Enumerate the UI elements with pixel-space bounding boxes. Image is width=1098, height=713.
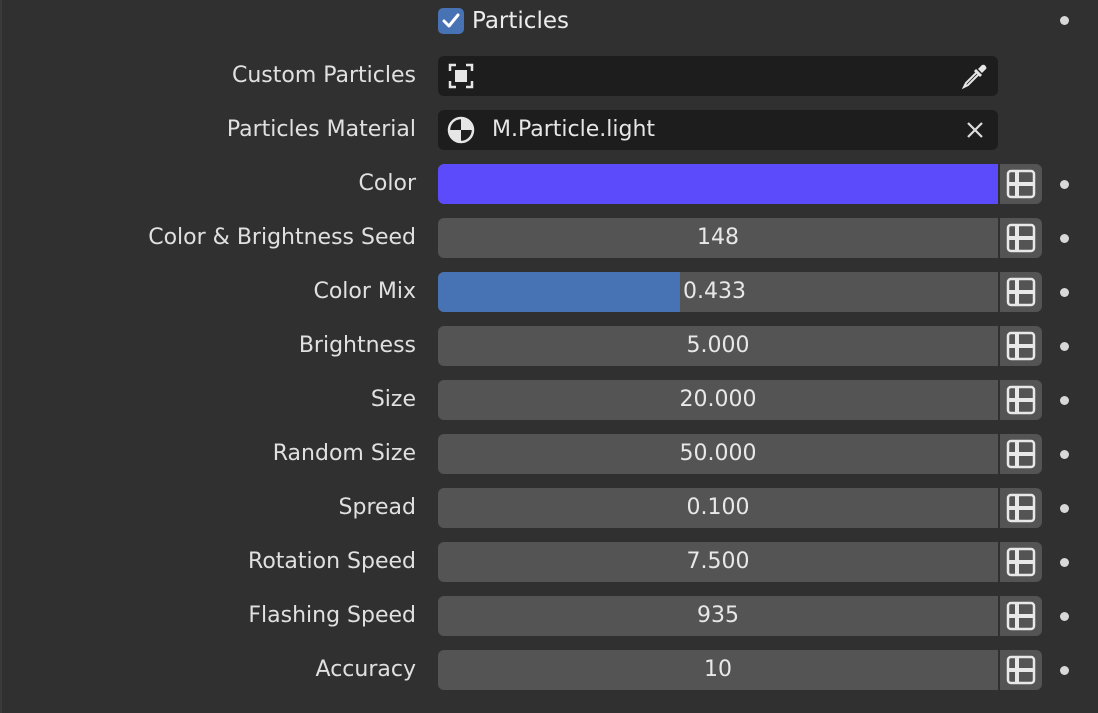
keyframe-button[interactable] (1000, 488, 1042, 528)
keyframe-button[interactable] (1000, 164, 1042, 204)
particles-material-row: Particles Material M.Particle.light (2, 110, 1098, 150)
checkmark-icon (442, 13, 460, 28)
brightness-value: 5.000 (686, 333, 750, 358)
custom-particles-field[interactable] (438, 56, 998, 96)
accuracy-field[interactable]: 10 (438, 650, 998, 690)
decorate-dot[interactable] (1060, 450, 1069, 459)
particles-label: Particles (472, 8, 569, 34)
size-value: 20.000 (679, 387, 757, 412)
random-size-field[interactable]: 50.000 (438, 434, 998, 474)
rotation-speed-label: Rotation Speed (248, 549, 416, 574)
keyframe-icon (1006, 331, 1036, 361)
particles-material-value: M.Particle.light (492, 117, 656, 142)
keyframe-icon (1006, 601, 1036, 631)
keyframe-button[interactable] (1000, 542, 1042, 582)
object-icon (446, 61, 476, 95)
keyframe-button[interactable] (1000, 218, 1042, 258)
particles-panel: Particles Custom Particles Particles Mat… (0, 0, 1098, 713)
custom-particles-label: Custom Particles (231, 63, 416, 88)
keyframe-button[interactable] (1000, 380, 1042, 420)
spread-label: Spread (338, 495, 416, 520)
decorate-dot[interactable] (1060, 288, 1069, 297)
rotation-speed-row: Rotation Speed 7.500 (2, 542, 1098, 582)
color-mix-value: 0.433 (683, 279, 746, 304)
accuracy-label: Accuracy (315, 657, 416, 682)
color-mix-fill (438, 272, 681, 312)
flashing-speed-label: Flashing Speed (248, 603, 416, 628)
particles-material-field[interactable]: M.Particle.light (438, 110, 998, 150)
spread-value: 0.100 (686, 495, 750, 520)
random-size-value: 50.000 (679, 441, 757, 466)
brightness-field[interactable]: 5.000 (438, 326, 998, 366)
rotation-speed-field[interactable]: 7.500 (438, 542, 998, 582)
particles-row: Particles (2, 0, 1098, 40)
keyframe-icon (1006, 439, 1036, 469)
flashing-speed-row: Flashing Speed 935 (2, 596, 1098, 636)
random-size-label: Random Size (272, 441, 416, 466)
flashing-speed-value: 935 (697, 603, 739, 628)
keyframe-icon (1006, 385, 1036, 415)
eyedropper-icon[interactable] (960, 61, 990, 95)
seed-label: Color & Brightness Seed (148, 225, 416, 250)
custom-particles-row: Custom Particles (2, 56, 1098, 96)
color-swatch[interactable] (438, 164, 998, 204)
close-icon[interactable] (960, 115, 990, 149)
decorate-dot[interactable] (1060, 612, 1069, 621)
color-mix-row: Color Mix 0.433 (2, 272, 1098, 312)
decorate-dot[interactable] (1060, 234, 1069, 243)
brightness-label: Brightness (298, 333, 416, 358)
particles-material-label: Particles Material (226, 117, 416, 142)
keyframe-button[interactable] (1000, 326, 1042, 366)
decorate-dot[interactable] (1060, 504, 1069, 513)
particles-checkbox[interactable] (438, 8, 464, 34)
color-mix-label: Color Mix (313, 279, 416, 304)
brightness-row: Brightness 5.000 (2, 326, 1098, 366)
keyframe-icon (1006, 277, 1036, 307)
decorate-dot[interactable] (1060, 396, 1069, 405)
material-icon (446, 115, 476, 149)
keyframe-icon (1006, 169, 1036, 199)
decorate-dot[interactable] (1060, 16, 1069, 25)
spread-field[interactable]: 0.100 (438, 488, 998, 528)
keyframe-button[interactable] (1000, 272, 1042, 312)
keyframe-button[interactable] (1000, 596, 1042, 636)
keyframe-icon (1006, 493, 1036, 523)
keyframe-button[interactable] (1000, 650, 1042, 690)
color-label: Color (358, 171, 416, 196)
keyframe-icon (1006, 547, 1036, 577)
flashing-speed-field[interactable]: 935 (438, 596, 998, 636)
rotation-speed-value: 7.500 (686, 549, 750, 574)
decorate-dot[interactable] (1060, 666, 1069, 675)
seed-row: Color & Brightness Seed 148 (2, 218, 1098, 258)
random-size-row: Random Size 50.000 (2, 434, 1098, 474)
keyframe-button[interactable] (1000, 434, 1042, 474)
size-label: Size (370, 387, 416, 412)
accuracy-value: 10 (704, 657, 732, 682)
keyframe-icon (1006, 655, 1036, 685)
keyframe-icon (1006, 223, 1036, 253)
size-row: Size 20.000 (2, 380, 1098, 420)
decorate-dot[interactable] (1060, 180, 1069, 189)
spread-row: Spread 0.100 (2, 488, 1098, 528)
color-row: Color (2, 164, 1098, 204)
decorate-dot[interactable] (1060, 342, 1069, 351)
decorate-dot[interactable] (1060, 558, 1069, 567)
size-field[interactable]: 20.000 (438, 380, 998, 420)
seed-value: 148 (697, 225, 739, 250)
seed-field[interactable]: 148 (438, 218, 998, 258)
accuracy-row: Accuracy 10 (2, 650, 1098, 690)
color-mix-slider[interactable]: 0.433 (438, 272, 998, 312)
